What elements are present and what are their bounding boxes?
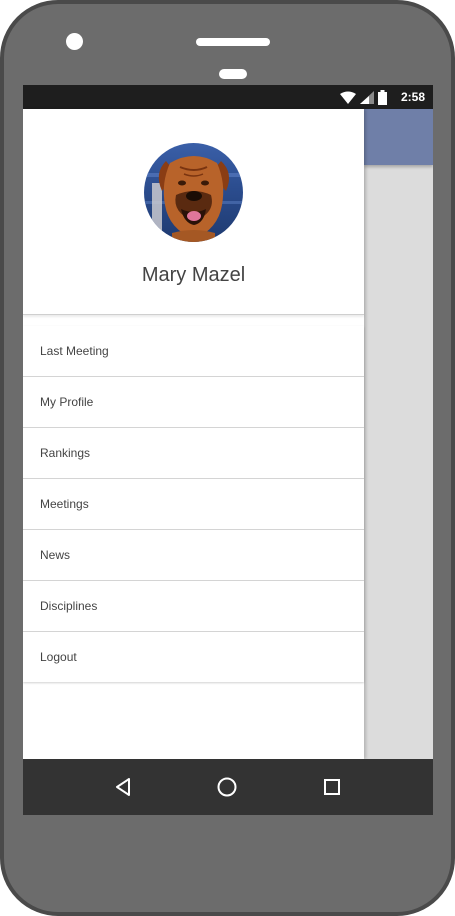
user-name: Mary Mazel (141, 264, 246, 286)
battery-icon (377, 89, 387, 105)
home-icon[interactable] (216, 776, 238, 798)
menu-item-meetings[interactable]: Meetings (23, 479, 364, 530)
status-bar: 2:58 (23, 85, 433, 109)
signal-icon (359, 90, 374, 104)
navigation-bar (23, 759, 433, 815)
recents-icon[interactable] (321, 776, 343, 798)
menu-item-my-profile[interactable]: My Profile (23, 377, 364, 428)
app-toolbar (364, 109, 433, 165)
earpiece-speaker (196, 38, 270, 46)
menu-item-last-meeting[interactable]: Last Meeting (23, 326, 364, 377)
menu-item-logout[interactable]: Logout (23, 632, 364, 682)
device-screen: 2:58 Mary Mazel Last Meeting My Profile … (23, 85, 433, 815)
menu-item-rankings[interactable]: Rankings (23, 428, 364, 479)
menu-item-news[interactable]: News (23, 530, 364, 581)
drawer-header: Mary Mazel (23, 109, 364, 315)
menu-item-disciplines[interactable]: Disciplines (23, 581, 364, 632)
navigation-drawer: Mary Mazel Last Meeting My Profile Ranki… (23, 109, 364, 759)
back-icon[interactable] (113, 776, 135, 798)
status-icons: 2:58 (339, 85, 433, 109)
avatar[interactable] (144, 143, 243, 242)
status-time: 2:58 (400, 90, 425, 104)
wifi-icon (339, 91, 356, 104)
dog-avatar-icon (144, 143, 243, 242)
proximity-sensor (219, 69, 247, 79)
drawer-menu: Last Meeting My Profile Rankings Meeting… (23, 326, 364, 682)
front-camera (66, 33, 83, 50)
